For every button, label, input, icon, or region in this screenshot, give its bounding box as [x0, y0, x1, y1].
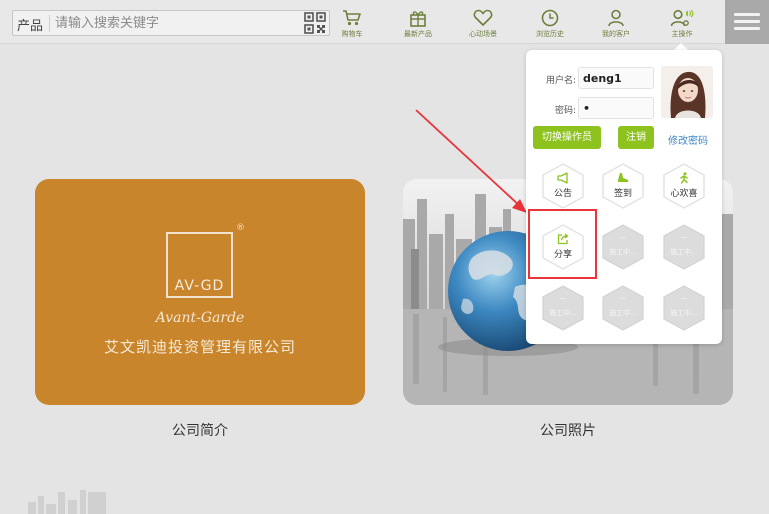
- password-field[interactable]: [578, 97, 654, 119]
- company-logo: AV-GD: [166, 232, 233, 298]
- password-label: 密码:: [554, 106, 576, 116]
- user-icon: [608, 9, 624, 27]
- shopping-cart-icon: [343, 10, 361, 26]
- logo-script-text: Avant-Garde: [155, 310, 245, 326]
- nav-label: 主操作: [671, 30, 693, 38]
- tile-under-construction: 施工中...: [600, 224, 646, 270]
- operator-icon: [670, 9, 694, 27]
- tile-under-construction: 施工中...: [540, 285, 586, 331]
- tile-label: 施工中...: [609, 309, 637, 317]
- search-input[interactable]: [55, 13, 295, 33]
- tile-joy[interactable]: 心欢喜: [661, 163, 707, 209]
- tile-announcement[interactable]: 公告: [540, 163, 586, 209]
- nav-label: 心动场景: [469, 30, 497, 38]
- search-divider: [49, 15, 50, 32]
- nav-item-new-products[interactable]: 最新产品: [388, 9, 448, 43]
- tile-checkin[interactable]: 签到: [600, 163, 646, 209]
- top-bar: 产品 购物车: [0, 0, 769, 44]
- company-profile-card[interactable]: AV-GD ® Avant-Garde 艾文凯迪投资管理有限公司: [35, 179, 365, 405]
- logo-text: AV-GD: [174, 278, 225, 294]
- tile-label: 公告: [553, 189, 572, 199]
- heart-icon: [473, 9, 493, 26]
- shoe-icon: [618, 173, 628, 182]
- nav-item-favorite-scenes[interactable]: 心动场景: [453, 9, 513, 43]
- clock-icon: [541, 9, 559, 27]
- running-person-icon: [680, 172, 688, 184]
- change-password-link[interactable]: 修改密码: [668, 132, 708, 147]
- registered-mark: ®: [236, 223, 245, 233]
- nav-item-cart[interactable]: 购物车: [322, 9, 382, 43]
- company-profile-caption[interactable]: 公司简介: [35, 420, 365, 440]
- megaphone-icon: [557, 172, 568, 184]
- tile-under-construction: 施工中...: [600, 285, 646, 331]
- nav-item-main-operator[interactable]: 主操作: [652, 9, 712, 43]
- share-highlight-box: [528, 209, 597, 279]
- tile-under-construction: 施工中...: [661, 224, 707, 270]
- hamburger-menu-icon[interactable]: [725, 0, 769, 44]
- logout-button[interactable]: 注销: [618, 126, 654, 149]
- switch-operator-button[interactable]: 切换操作员: [533, 126, 601, 149]
- username-label: 用户名:: [545, 76, 576, 86]
- operator-panel: 用户名: 密码: 切换操作员 注销 修改密码 公告 签到: [526, 50, 722, 344]
- gift-icon: [410, 11, 426, 27]
- username-field[interactable]: [578, 67, 654, 89]
- skyline-decoration: [28, 490, 106, 514]
- tile-label: 施工中...: [670, 248, 698, 256]
- nav-item-my-customers[interactable]: 我的客户: [586, 9, 646, 43]
- tile-under-construction: 施工中...: [661, 285, 707, 331]
- panel-caret: [674, 43, 688, 50]
- nav-label: 我的客户: [602, 30, 630, 38]
- avatar[interactable]: [661, 66, 713, 118]
- nav-item-history[interactable]: 浏览历史: [520, 9, 580, 43]
- company-name: 艾文凯迪投资管理有限公司: [103, 338, 296, 356]
- tile-label: 心欢喜: [670, 189, 698, 199]
- search-box[interactable]: 产品: [12, 10, 330, 36]
- company-photo-caption[interactable]: 公司照片: [403, 420, 733, 440]
- nav-label: 浏览历史: [536, 30, 564, 38]
- search-category[interactable]: 产品: [17, 15, 43, 34]
- tile-label: 施工中...: [670, 309, 698, 317]
- tile-label: 施工中...: [549, 309, 577, 317]
- nav-label: 购物车: [341, 30, 363, 38]
- tile-label: 签到: [613, 189, 632, 199]
- tile-label: 施工中...: [609, 248, 637, 256]
- nav-label: 最新产品: [404, 30, 432, 38]
